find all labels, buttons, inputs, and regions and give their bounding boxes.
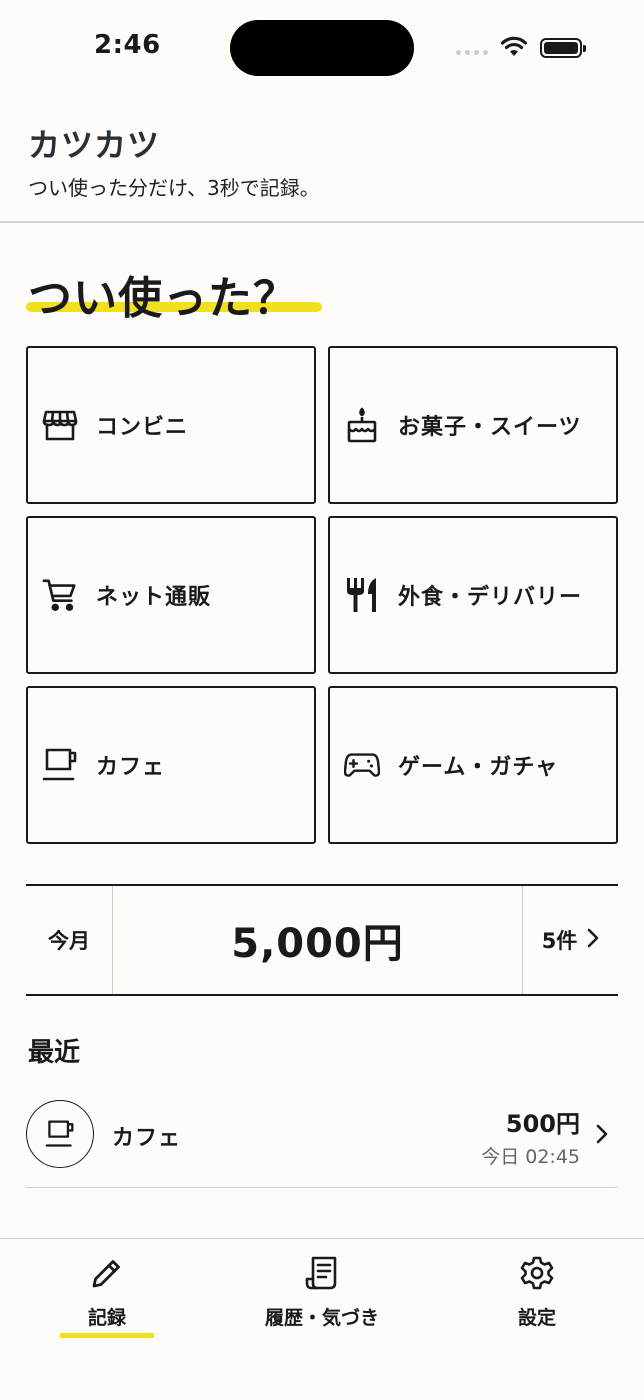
recent-item[interactable]: カフェ 500円 今日 02:45 <box>26 1094 618 1188</box>
gamepad-icon <box>344 747 380 783</box>
wifi-icon <box>500 36 528 62</box>
recent-heading: 最近 <box>28 1038 81 1068</box>
tab-label: 記録 <box>87 1307 126 1329</box>
category-grid: コンビニ お菓子・スイーツ ネット通販 外食・デリバリー カフェ ゲーム・ガチャ <box>26 346 618 844</box>
coffee-cup-icon <box>26 1100 94 1168</box>
battery-icon <box>540 38 586 58</box>
status-time: 2:46 <box>94 30 161 60</box>
app-title: カツカツ <box>28 126 161 164</box>
monthly-count-link[interactable]: 5件 <box>523 886 618 994</box>
cart-icon <box>42 577 78 613</box>
cake-icon <box>344 407 380 443</box>
monthly-summary: 今月 5,000円 5件 <box>26 884 618 996</box>
category-label: 外食・デリバリー <box>398 585 583 610</box>
cellular-signal-icon <box>456 50 488 55</box>
active-tab-indicator <box>60 1333 154 1338</box>
header-divider <box>0 221 644 223</box>
app-subtitle: つい使った分だけ、3秒で記録。 <box>28 176 320 200</box>
utensils-icon <box>344 577 380 613</box>
tab-label: 履歴・気づき <box>264 1307 379 1329</box>
category-online-shopping-button[interactable]: ネット通販 <box>26 516 316 674</box>
category-label: コンビニ <box>96 415 189 440</box>
tab-history-insights[interactable]: 履歴・気づき <box>240 1253 404 1330</box>
gear-icon <box>519 1253 555 1293</box>
recent-item-time: 今日 02:45 <box>481 1146 580 1168</box>
tab-label: 設定 <box>517 1307 556 1329</box>
tab-settings[interactable]: 設定 <box>490 1253 584 1330</box>
tab-record[interactable]: 記録 <box>60 1253 154 1330</box>
category-label: ネット通販 <box>96 585 212 610</box>
category-game-gacha-button[interactable]: ゲーム・ガチャ <box>328 686 618 844</box>
category-convenience-store-button[interactable]: コンビニ <box>26 346 316 504</box>
category-sweets-button[interactable]: お菓子・スイーツ <box>328 346 618 504</box>
section-heading: つい使った？ <box>28 273 298 324</box>
store-icon <box>42 407 78 443</box>
monthly-count: 5件 <box>541 929 578 953</box>
category-label: ゲーム・ガチャ <box>398 755 559 780</box>
category-label: カフェ <box>96 755 166 780</box>
category-label: お菓子・スイーツ <box>398 415 582 440</box>
chevron-right-icon <box>596 1124 608 1148</box>
status-bar: 2:46 <box>0 0 644 96</box>
recent-item-amount: 500円 <box>505 1110 580 1138</box>
recent-item-name: カフェ <box>112 1126 182 1151</box>
chevron-right-icon <box>587 928 599 953</box>
category-cafe-button[interactable]: カフェ <box>26 686 316 844</box>
tab-bar: 記録 履歴・気づき 設定 <box>0 1238 644 1400</box>
summary-label: 今月 <box>26 886 113 994</box>
receipt-icon <box>305 1253 339 1293</box>
category-dining-delivery-button[interactable]: 外食・デリバリー <box>328 516 618 674</box>
pencil-icon <box>90 1253 124 1293</box>
monthly-total-amount: 5,000円 <box>113 886 523 994</box>
coffee-cup-icon <box>42 747 78 783</box>
dynamic-island <box>230 20 414 76</box>
